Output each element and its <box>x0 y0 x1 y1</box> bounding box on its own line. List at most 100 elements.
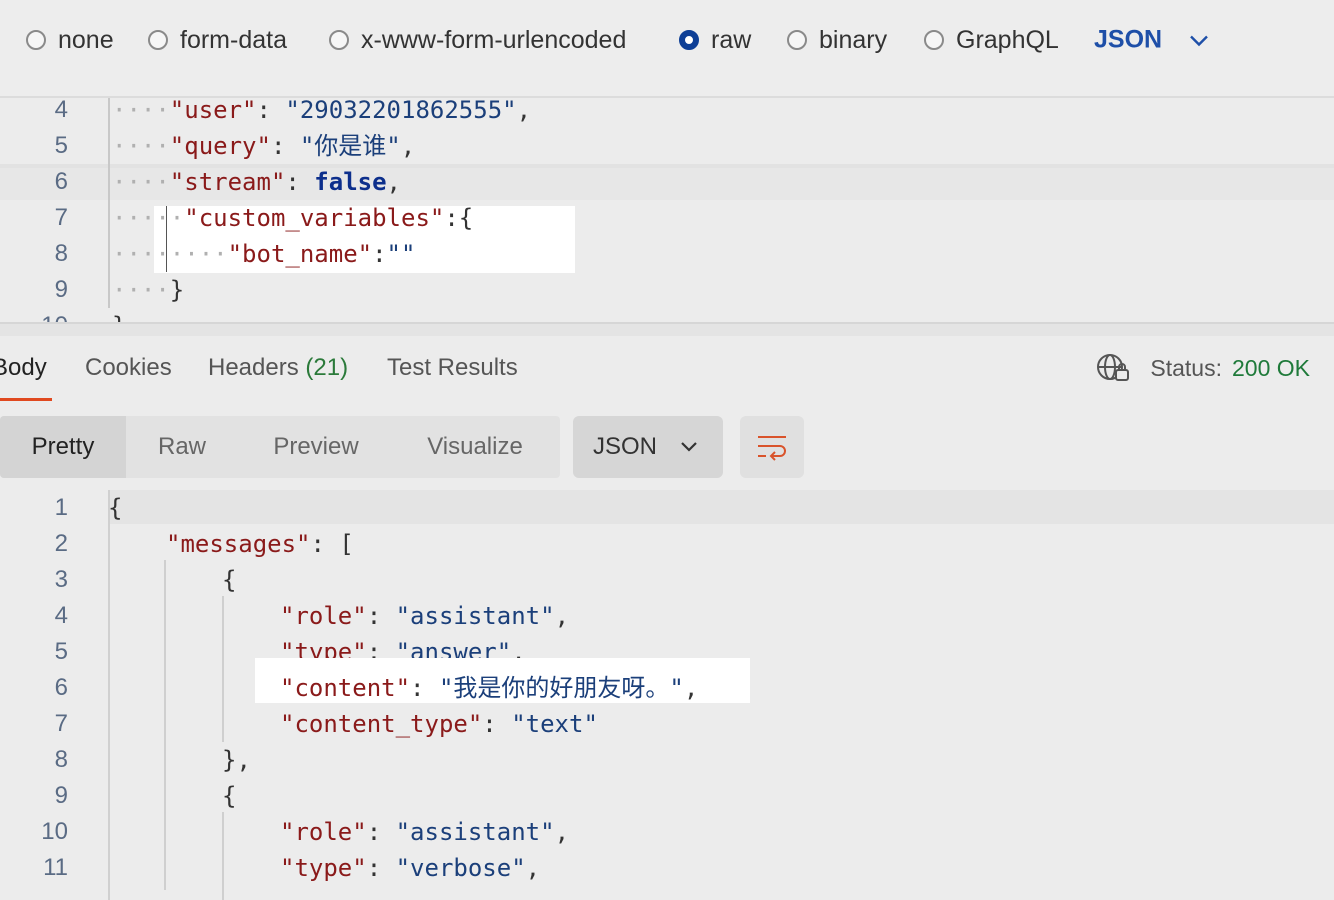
json-key: "messages" <box>166 530 311 558</box>
json-string: "你是谁" <box>299 132 401 160</box>
wrap-lines-button[interactable] <box>740 416 804 478</box>
tab-headers[interactable]: Headers (21) <box>208 354 348 382</box>
radio-none[interactable]: none <box>26 25 114 55</box>
view-pretty-button[interactable]: Pretty <box>0 416 126 478</box>
json-string: "assistant" <box>395 602 555 630</box>
json-brace: }, <box>222 746 251 774</box>
code-line: ········"bot_name":"" <box>112 240 416 268</box>
code-line: { <box>222 778 236 814</box>
json-string: "我是你的好朋友呀。" <box>438 674 684 702</box>
line-band <box>108 490 1334 524</box>
code-line: { <box>222 562 236 598</box>
radio-circle <box>26 30 46 50</box>
radio-binary[interactable]: binary <box>787 25 887 55</box>
line-number: 6 <box>54 168 68 195</box>
line-number: 5 <box>54 638 68 665</box>
code-line: "content_type": "text" <box>280 710 598 738</box>
line-number: 8 <box>54 746 68 773</box>
json-key: "role" <box>280 602 367 630</box>
line-number: 7 <box>54 204 68 231</box>
line-number: 6 <box>54 674 68 701</box>
view-preview-button[interactable]: Preview <box>258 416 374 478</box>
tab-body[interactable]: Body <box>0 354 47 382</box>
line-number: 2 <box>54 530 68 557</box>
radio-x-www-form-urlencoded[interactable]: x-www-form-urlencoded <box>329 25 626 55</box>
code-line: "content": "我是你的好朋友呀。", <box>280 674 699 702</box>
radio-label: form-data <box>180 25 287 54</box>
radio-circle <box>329 30 349 50</box>
json-key: "content_type" <box>280 710 483 738</box>
json-string: "text" <box>511 710 598 738</box>
radio-label: raw <box>711 25 752 54</box>
json-brace: { <box>108 494 123 522</box>
globe-lock-icon[interactable] <box>1096 353 1130 383</box>
code-line: "role": "assistant", <box>280 818 570 846</box>
radio-graphql[interactable]: GraphQL <box>924 25 1059 55</box>
indent-guide <box>222 596 224 742</box>
response-tabs: Body Cookies Headers (21) Test Results S… <box>0 334 1334 406</box>
radio-label: x-www-form-urlencoded <box>361 25 627 54</box>
json-boolean: false <box>314 168 387 196</box>
headers-count: (21) <box>305 354 349 381</box>
response-format-label: JSON <box>593 433 658 460</box>
response-view-toggle: Pretty Raw Preview Visualize <box>0 416 560 478</box>
code-line: ····"query": "你是谁", <box>112 132 416 160</box>
json-key: "bot_name" <box>227 240 373 268</box>
body-format-dropdown[interactable]: JSON <box>1094 26 1208 55</box>
json-brace: } <box>169 276 185 304</box>
indent-guide <box>164 560 166 890</box>
radio-raw[interactable]: raw <box>679 25 751 55</box>
code-line: ····"user": "29032201862555", <box>112 98 532 124</box>
code-line: ·····"custom_variables":{ <box>112 204 474 232</box>
json-key: "custom_variables" <box>184 204 445 232</box>
json-key: "query" <box>169 132 271 160</box>
json-brace: { <box>222 566 237 594</box>
response-format-dropdown[interactable]: JSON <box>573 416 723 478</box>
json-key: "role" <box>280 818 367 846</box>
body-type-bar: none form-data x-www-form-urlencoded raw… <box>0 0 1334 98</box>
json-key: "type" <box>280 854 367 882</box>
line-number: 5 <box>54 132 68 159</box>
code-line: }, <box>222 742 251 778</box>
line-number: 8 <box>54 240 68 267</box>
line-number: 3 <box>54 566 68 593</box>
body-format-label: JSON <box>1094 25 1163 54</box>
radio-circle <box>148 30 168 50</box>
radio-form-data[interactable]: form-data <box>148 25 287 55</box>
json-key: "user" <box>169 98 257 124</box>
json-string: "" <box>386 240 416 268</box>
json-brace: { <box>222 782 237 810</box>
json-string: "assistant" <box>395 818 555 846</box>
view-raw-button[interactable]: Raw <box>140 416 224 478</box>
json-string: "29032201862555" <box>285 98 517 124</box>
line-number: 9 <box>54 276 68 303</box>
code-line: ····"stream": false, <box>112 168 401 196</box>
json-bracket: [ <box>339 530 354 558</box>
line-number: 11 <box>43 854 68 881</box>
response-status: Status: 200 OK <box>1096 353 1310 383</box>
gutter-divider <box>108 490 110 900</box>
code-line: "role": "assistant", <box>280 602 570 630</box>
status-label: Status: <box>1150 354 1222 381</box>
response-body-viewer[interactable]: 1 2 3 4 5 6 7 8 9 10 11 { "messages": [ … <box>0 490 1334 900</box>
tab-cookies[interactable]: Cookies <box>85 354 172 382</box>
wrap-lines-icon <box>758 436 786 461</box>
request-body-editor[interactable]: 4 5 6 7 8 9 10 ····"user": "290322018625… <box>0 98 1334 322</box>
json-key: "stream" <box>169 168 286 196</box>
code-line: "type": "verbose", <box>280 854 541 882</box>
active-tab-underline <box>0 398 52 401</box>
line-number: 7 <box>54 710 68 737</box>
status-value: 200 OK <box>1232 354 1310 381</box>
view-visualize-button[interactable]: Visualize <box>410 416 540 478</box>
chevron-down-icon <box>681 442 697 452</box>
json-key: "content" <box>280 674 411 702</box>
json-brace: } <box>112 312 126 322</box>
code-line: { <box>108 490 122 526</box>
tab-test-results[interactable]: Test Results <box>387 354 518 382</box>
radio-circle <box>787 30 807 50</box>
code-line: "messages": [ <box>166 530 354 558</box>
chevron-down-icon <box>1190 35 1208 46</box>
radio-label: binary <box>819 25 888 54</box>
code-line: } <box>112 308 126 322</box>
line-number: 4 <box>54 602 68 629</box>
